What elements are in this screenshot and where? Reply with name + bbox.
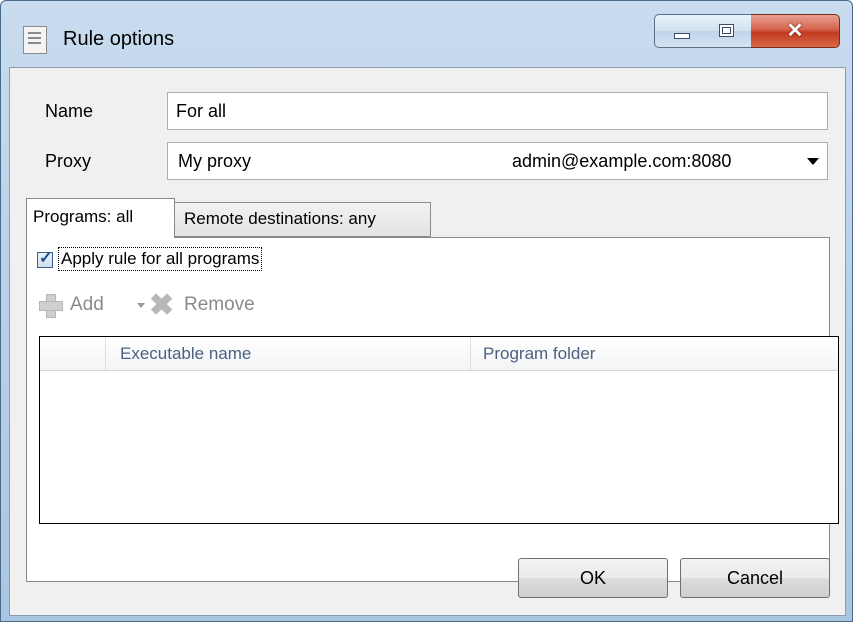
name-field[interactable] — [167, 92, 828, 130]
apply-all-label[interactable]: Apply rule for all programs — [58, 247, 263, 271]
apply-all-checkbox[interactable]: ✓ — [37, 250, 53, 268]
column-program-folder[interactable]: Program folder — [471, 337, 838, 370]
title-bar[interactable]: Rule options ✕ — [1, 1, 852, 67]
proxy-combobox[interactable]: My proxy admin@example.com:8080 — [167, 142, 828, 180]
document-icon — [23, 26, 47, 54]
remove-button[interactable]: ✖ Remove — [149, 289, 279, 322]
ok-button[interactable]: OK — [518, 558, 668, 598]
cancel-button[interactable]: Cancel — [680, 558, 830, 598]
chevron-down-icon[interactable] — [137, 303, 145, 308]
maximize-icon — [719, 24, 734, 37]
remove-x-icon: ✖ — [149, 289, 175, 322]
minimize-icon — [674, 33, 690, 39]
dialog-client-area: Name Proxy My proxy admin@example.com:80… — [9, 67, 846, 616]
grid-header: Executable name Program folder — [40, 337, 838, 371]
name-label: Name — [45, 101, 94, 121]
programs-grid[interactable]: Executable name Program folder — [39, 336, 839, 524]
maximize-button[interactable] — [703, 14, 752, 48]
checkmark-icon: ✓ — [39, 250, 53, 267]
grid-row-header-cell — [40, 337, 106, 370]
close-icon: ✕ — [786, 20, 804, 42]
tab-programs[interactable]: Programs: all — [26, 198, 175, 238]
rule-options-window: Rule options ✕ Name Proxy My proxy admin… — [0, 0, 853, 622]
remove-label: Remove — [184, 294, 255, 315]
proxy-label: Proxy — [45, 151, 92, 171]
chevron-down-icon[interactable] — [807, 158, 819, 165]
minimize-button[interactable] — [654, 14, 705, 48]
proxy-name: My proxy — [178, 151, 252, 171]
name-input[interactable] — [168, 93, 827, 129]
close-button[interactable]: ✕ — [751, 14, 840, 48]
programs-tab-panel: ✓ Apply rule for all programs Add ✖ Remo… — [26, 237, 839, 582]
plus-icon — [37, 292, 63, 318]
add-label: Add — [70, 294, 104, 315]
add-button[interactable]: Add — [37, 292, 149, 320]
proxy-address: admin@example.com:8080 — [512, 151, 732, 171]
tab-remote-destinations[interactable]: Remote destinations: any — [175, 202, 431, 237]
window-title: Rule options — [63, 28, 175, 50]
column-executable-name[interactable]: Executable name — [106, 337, 471, 370]
